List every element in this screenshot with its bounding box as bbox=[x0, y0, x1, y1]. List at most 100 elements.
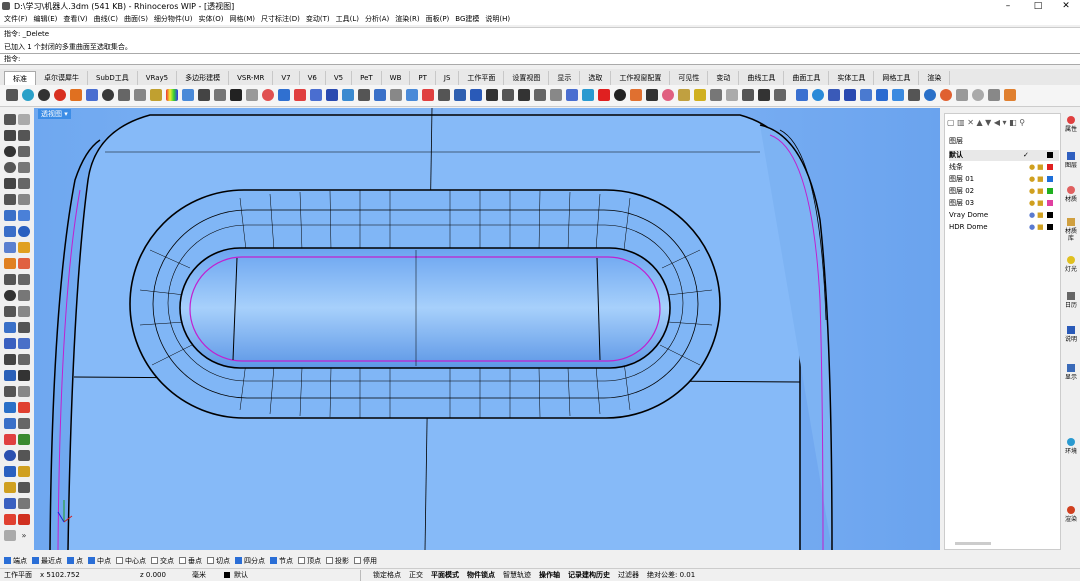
tab-vsr[interactable]: VSR-MR bbox=[229, 71, 274, 85]
menu-help[interactable]: 说明(H) bbox=[485, 14, 510, 24]
lock-icon[interactable]: ■ bbox=[1037, 174, 1044, 185]
checkbox[interactable] bbox=[235, 557, 242, 564]
side-tab-lights[interactable]: 灯光 bbox=[1064, 256, 1078, 273]
lock-icon[interactable]: ■ bbox=[1037, 186, 1044, 197]
tab-cplane[interactable]: 工作平面 bbox=[459, 71, 505, 85]
surface-tool-icon[interactable] bbox=[4, 210, 16, 221]
array-tool-icon[interactable] bbox=[18, 306, 30, 317]
gumball-tool-icon[interactable] bbox=[18, 434, 30, 445]
tab-viewport-layout[interactable]: 工作视窗配置 bbox=[611, 71, 671, 85]
select-tool-icon[interactable] bbox=[4, 114, 16, 125]
status-layer[interactable]: 默认 bbox=[230, 570, 360, 580]
transform-tool-icon[interactable] bbox=[4, 434, 16, 445]
osnap-quadrant[interactable]: 四分点 bbox=[235, 556, 265, 566]
sphere-tool-icon[interactable] bbox=[18, 226, 30, 237]
status-gumball[interactable]: 操作轴 bbox=[535, 570, 564, 580]
ellipse-tool-icon[interactable] bbox=[4, 162, 16, 173]
perspective-viewport[interactable] bbox=[34, 108, 940, 550]
mesh-tool-icon[interactable] bbox=[4, 242, 16, 253]
layer-color-swatch[interactable] bbox=[1047, 200, 1053, 206]
light-tool-icon[interactable] bbox=[18, 386, 30, 397]
record-icon[interactable] bbox=[796, 89, 808, 101]
checker2-icon[interactable] bbox=[908, 89, 920, 101]
globe-icon[interactable] bbox=[812, 89, 824, 101]
rainbow-icon[interactable] bbox=[166, 89, 178, 101]
screen-icon[interactable] bbox=[876, 89, 888, 101]
tab-v6[interactable]: V6 bbox=[300, 71, 326, 85]
status-history[interactable]: 记录建构历史 bbox=[564, 570, 614, 580]
layer-row[interactable]: HDR Dome ● ■ bbox=[949, 222, 1059, 233]
checkbox[interactable] bbox=[354, 557, 361, 564]
mail-tool-icon[interactable] bbox=[18, 514, 30, 525]
camera-tool-icon[interactable] bbox=[4, 402, 16, 413]
tab-vray5[interactable]: VRay5 bbox=[138, 71, 178, 85]
checkbox[interactable] bbox=[4, 557, 11, 564]
trim-icon[interactable] bbox=[518, 89, 530, 101]
text-icon[interactable] bbox=[694, 89, 706, 101]
move-tool-icon[interactable] bbox=[4, 274, 16, 285]
arc-icon[interactable] bbox=[726, 89, 738, 101]
new-icon[interactable] bbox=[6, 89, 18, 101]
split-tool-icon[interactable] bbox=[18, 338, 30, 349]
tab-v7[interactable]: V7 bbox=[273, 71, 300, 85]
layer-row[interactable]: 线条 ● ■ bbox=[949, 162, 1059, 173]
sphere-icon[interactable] bbox=[102, 89, 114, 101]
bulb-icon[interactable]: ● bbox=[1029, 210, 1035, 221]
status-ortho[interactable]: 正交 bbox=[405, 570, 427, 580]
osnap-point[interactable]: 点 bbox=[67, 556, 83, 566]
grid-tool-icon[interactable] bbox=[4, 354, 16, 365]
box-icon[interactable] bbox=[118, 89, 130, 101]
arrow-icon[interactable] bbox=[278, 89, 290, 101]
status-planar[interactable]: 平面模式 bbox=[427, 570, 463, 580]
more-tool-icon[interactable]: » bbox=[18, 530, 30, 541]
osnap-knot[interactable]: 节点 bbox=[270, 556, 293, 566]
explode-tool-icon[interactable] bbox=[18, 322, 30, 333]
explode-icon[interactable] bbox=[566, 89, 578, 101]
tab-transform[interactable]: 变动 bbox=[708, 71, 740, 85]
lock-icon[interactable]: ■ bbox=[1037, 162, 1044, 173]
fillet-tool-icon[interactable] bbox=[18, 194, 30, 205]
side-tab-properties[interactable]: 属性 bbox=[1064, 116, 1078, 133]
osnap-perpendicular[interactable]: 垂点 bbox=[179, 556, 202, 566]
menu-mesh[interactable]: 网格(M) bbox=[230, 14, 256, 24]
menu-file[interactable]: 文件(F) bbox=[4, 14, 28, 24]
layer-tool-icon[interactable] bbox=[4, 418, 16, 429]
palette-icon[interactable] bbox=[940, 89, 952, 101]
cage-icon[interactable] bbox=[662, 89, 674, 101]
polyline-tool-icon[interactable] bbox=[4, 130, 16, 141]
split-icon[interactable] bbox=[534, 89, 546, 101]
menu-transform[interactable]: 变动(T) bbox=[306, 14, 330, 24]
status-grid-snap[interactable]: 锁定格点 bbox=[369, 570, 405, 580]
menu-render[interactable]: 渲染(R) bbox=[395, 14, 419, 24]
fly-tool-icon[interactable] bbox=[4, 498, 16, 509]
osnap-midpoint[interactable]: 中点 bbox=[88, 556, 111, 566]
layer-row[interactable]: 图层 03 ● ■ bbox=[949, 198, 1059, 209]
curvature-icon[interactable] bbox=[774, 89, 786, 101]
subd-tool-icon[interactable] bbox=[4, 258, 16, 269]
tab-setview[interactable]: 设置视图 bbox=[504, 71, 550, 85]
extrude-icon[interactable] bbox=[454, 89, 466, 101]
tab-subd[interactable]: SubD工具 bbox=[88, 71, 138, 85]
box-tool-icon[interactable] bbox=[4, 226, 16, 237]
plug-tool-icon[interactable] bbox=[18, 482, 30, 493]
lock-tool-icon[interactable] bbox=[18, 498, 30, 509]
analyze-icon[interactable] bbox=[742, 89, 754, 101]
rotate-tool-icon[interactable] bbox=[4, 290, 16, 301]
lattice-icon[interactable] bbox=[390, 89, 402, 101]
tab-js[interactable]: JS bbox=[436, 71, 460, 85]
tab-v5[interactable]: V5 bbox=[326, 71, 353, 85]
menu-analyze[interactable]: 分析(A) bbox=[365, 14, 389, 24]
status-filter[interactable]: 过滤器 bbox=[614, 570, 643, 580]
render-tool-icon[interactable] bbox=[18, 402, 30, 413]
lock-icon[interactable]: ■ bbox=[1037, 198, 1044, 209]
blend-icon[interactable] bbox=[470, 89, 482, 101]
tab-wb[interactable]: WB bbox=[382, 71, 411, 85]
scale-tool-icon[interactable] bbox=[18, 290, 30, 301]
bend-icon[interactable] bbox=[630, 89, 642, 101]
panel-scrollbar[interactable] bbox=[955, 542, 991, 545]
checkbox[interactable] bbox=[116, 557, 123, 564]
display-icon[interactable] bbox=[844, 89, 856, 101]
checkbox[interactable] bbox=[32, 557, 39, 564]
grid-icon[interactable] bbox=[198, 89, 210, 101]
fillet-icon[interactable] bbox=[502, 89, 514, 101]
